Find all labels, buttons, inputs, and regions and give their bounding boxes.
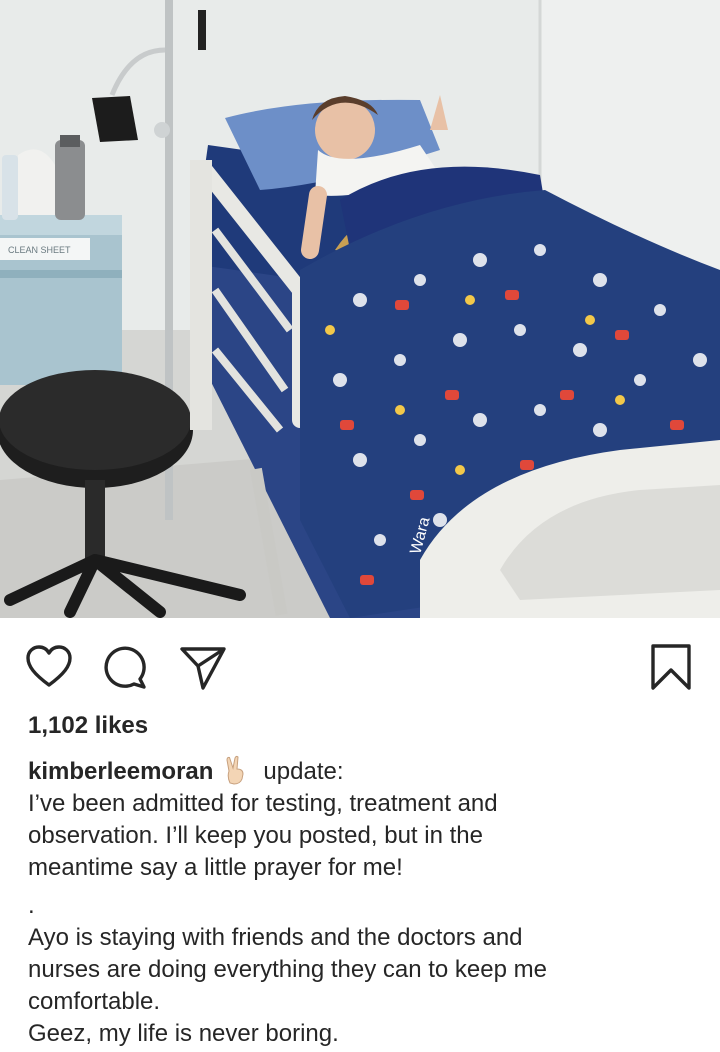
caption-line: . [28,892,35,919]
caption-line: Geez, my life is never boring. [28,1020,339,1047]
heart-icon[interactable] [24,642,74,692]
caption: kimberleemoran update: I’ve been admitted… [28,755,698,1050]
likes-count[interactable]: 1,102 likes [28,712,148,740]
caption-line: nurses are doing everything they can to … [28,956,547,983]
photo-label: CLEAN SHEET [8,245,71,255]
caption-line: Ayo is staying with friends and the doct… [28,924,523,951]
caption-line: comfortable. [28,988,161,1015]
post-photo[interactable]: CLEAN SHEET Wara [0,0,720,618]
comment-icon[interactable] [101,642,151,692]
send-icon[interactable] [178,642,228,692]
caption-line: I’ve been admitted for testing, treatmen… [28,790,498,817]
action-bar [0,618,720,710]
username-link[interactable]: kimberleemoran [28,758,213,785]
caption-first-line: kimberleemoran update: [28,755,698,788]
caption-line: meantime say a little prayer for me! [28,854,403,881]
caption-line: observation. I’ll keep you posted, but i… [28,822,483,849]
bookmark-icon[interactable] [646,642,696,692]
hospital-bed-photo: CLEAN SHEET Wara [0,0,720,618]
caption-first-text: update: [263,758,344,785]
victory-hand-icon [226,755,244,785]
